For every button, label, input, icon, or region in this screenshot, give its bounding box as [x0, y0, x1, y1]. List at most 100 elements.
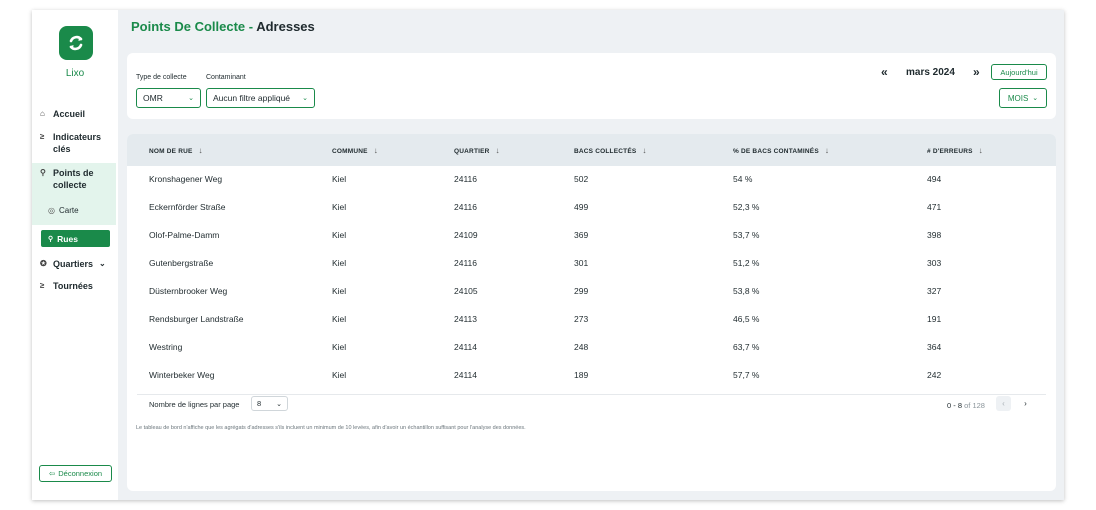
cell-contaminated-pct: 63,7 % — [733, 342, 760, 352]
table-row[interactable]: Kronshagener Weg Kiel 24116 502 54 % 494 — [127, 166, 1056, 194]
contaminant-label: Contaminant — [206, 74, 246, 81]
collection-type-select[interactable]: OMR ⌄ — [136, 88, 201, 108]
app-frame: Lixo ⌂ Accueil ≥ Indicateurs clés ⚲ Poin… — [32, 10, 1064, 500]
logo-icon[interactable] — [59, 26, 93, 60]
streets-table: NOM DE RUE ↓ COMMUNE ↓ QUARTIER ↓ BACS COLL… — [127, 134, 1056, 491]
chevron-down-icon: ⌄ — [188, 95, 194, 102]
cell-bins-collected: 248 — [574, 342, 589, 352]
map-marker-icon: ◎ — [48, 206, 55, 215]
table-row[interactable]: Olof-Palme-Damm Kiel 24109 369 53,7 % 39… — [127, 222, 1056, 250]
next-period-button[interactable]: » — [973, 65, 980, 79]
page-title-main: Adresses — [256, 19, 315, 34]
pagination-info: 0 - 8 of 128 — [947, 401, 985, 410]
current-period: mars 2024 — [906, 67, 955, 78]
cell-bins-collected: 369 — [574, 230, 589, 240]
app-name: Lixo — [65, 68, 85, 79]
sidebar-item-indicateurs[interactable]: ≥ Indicateurs clés — [40, 131, 116, 155]
cell-commune: Kiel — [332, 174, 347, 184]
rows-per-page-label: Nombre de lignes par page — [149, 400, 240, 409]
cell-commune: Kiel — [332, 258, 347, 268]
sidebar-item-quartiers[interactable]: ✪ Quartiers ⌄ — [40, 258, 116, 270]
cell-contaminated-pct: 54 % — [733, 174, 753, 184]
granularity-select[interactable]: MOIS ⌄ — [999, 88, 1047, 108]
cell-contaminated-pct: 52,3 % — [733, 202, 760, 212]
chevron-down-icon: ⌄ — [99, 259, 106, 268]
contaminant-value: Aucun filtre appliqué — [213, 93, 291, 103]
cell-quartier: 24114 — [454, 370, 478, 380]
table-footer-divider — [137, 394, 1046, 395]
column-header-commune[interactable]: COMMUNE ↓ — [332, 146, 378, 155]
cell-commune: Kiel — [332, 230, 347, 240]
sort-arrow-icon: ↓ — [373, 146, 378, 155]
sort-arrow-icon: ↓ — [495, 146, 500, 155]
sidebar-item-label: Accueil — [53, 109, 86, 119]
sidebar-item-tournees[interactable]: ≥ Tournées — [40, 280, 116, 292]
column-header-bins-collected[interactable]: BACS COLLECTÉS ↓ — [574, 146, 647, 155]
sidebar: Lixo ⌂ Accueil ≥ Indicateurs clés ⚲ Poin… — [32, 10, 118, 500]
pagination-range: 0 - 8 — [947, 401, 963, 410]
chart-icon: ≥ — [40, 132, 45, 141]
cell-street: Westring — [149, 342, 183, 352]
column-header-label: # D'ERREURS — [927, 148, 973, 155]
page-title-section: Points De Collecte - — [131, 19, 254, 34]
cell-street: Olof-Palme-Damm — [149, 230, 220, 240]
chevron-down-icon: ⌄ — [302, 95, 308, 102]
target-icon: ✪ — [40, 259, 47, 268]
today-button[interactable]: Aujourd'hui — [991, 64, 1047, 80]
cell-bins-collected: 299 — [574, 286, 589, 296]
logout-icon: ⇦ — [48, 469, 56, 478]
table-row[interactable]: Westring Kiel 24114 248 63,7 % 364 — [127, 334, 1056, 362]
table-row[interactable]: Eckernförder Straße Kiel 24116 499 52,3 … — [127, 194, 1056, 222]
cell-commune: Kiel — [332, 370, 347, 380]
column-header-street[interactable]: NOM DE RUE ↓ — [149, 146, 203, 155]
cell-bins-collected: 273 — [574, 314, 589, 324]
rows-per-page-select[interactable]: 8 ⌄ — [251, 396, 288, 411]
cell-quartier: 24116 — [454, 202, 478, 212]
table-row[interactable]: Düsternbrooker Weg Kiel 24105 299 53,8 %… — [127, 278, 1056, 306]
column-header-errors[interactable]: # D'ERREURS ↓ — [927, 146, 983, 155]
chevron-down-icon: ⌄ — [1032, 95, 1039, 102]
column-header-quartier[interactable]: QUARTIER ↓ — [454, 146, 500, 155]
sort-arrow-icon: ↓ — [824, 146, 830, 155]
cell-quartier: 24113 — [454, 314, 478, 324]
cell-errors: 364 — [927, 342, 942, 352]
cell-errors: 494 — [927, 174, 942, 184]
cell-errors: 191 — [927, 314, 942, 324]
cell-commune: Kiel — [332, 286, 347, 296]
cell-street: Kronshagener Weg — [149, 174, 223, 184]
contaminant-select[interactable]: Aucun filtre appliqué ⌄ — [206, 88, 315, 108]
data-note: Le tableau de bord n'affiche que les agr… — [136, 425, 526, 431]
sidebar-item-label: Indicateurs clés — [53, 132, 102, 154]
table-row[interactable]: Rendsburger Landstraße Kiel 24113 273 46… — [127, 306, 1056, 334]
cell-errors: 242 — [927, 370, 942, 380]
column-header-label: QUARTIER — [454, 148, 490, 155]
next-page-button[interactable]: › — [1018, 396, 1033, 411]
previous-period-button[interactable]: « — [881, 65, 888, 79]
pagination-total: of 128 — [964, 401, 985, 410]
cell-commune: Kiel — [332, 202, 347, 212]
home-icon: ⌂ — [40, 109, 45, 118]
cell-quartier: 24116 — [454, 174, 478, 184]
collection-type-label: Type de collecte — [136, 74, 187, 81]
cell-street: Eckernförder Straße — [149, 202, 226, 212]
sidebar-item-accueil[interactable]: ⌂ Accueil — [40, 108, 116, 120]
cell-errors: 327 — [927, 286, 942, 296]
sidebar-item-rues[interactable]: ⚲ Rues — [41, 230, 110, 247]
table-row[interactable]: Gutenbergstraße Kiel 24116 301 51,2 % 30… — [127, 250, 1056, 278]
location-pin-icon: ⚲ — [40, 168, 46, 177]
cell-errors: 303 — [927, 258, 942, 268]
column-header-label: NOM DE RUE — [149, 148, 193, 155]
cell-street: Düsternbrooker Weg — [149, 286, 228, 296]
table-row[interactable]: Winterbeker Weg Kiel 24114 189 57,7 % 24… — [127, 362, 1056, 390]
previous-page-button[interactable]: ‹ — [996, 396, 1011, 411]
cell-street: Winterbeker Weg — [149, 370, 215, 380]
cell-quartier: 24114 — [454, 342, 478, 352]
column-header-contaminated-pct[interactable]: % DE BACS CONTAMINÉS ↓ — [733, 146, 829, 155]
column-header-label: % DE BACS CONTAMINÉS — [733, 148, 819, 155]
sidebar-item-points-de-collecte[interactable]: ⚲ Points de collecte — [40, 167, 116, 191]
chevron-down-icon: ⌄ — [276, 400, 282, 408]
sidebar-item-label: Points de collecte — [53, 168, 94, 190]
sidebar-item-carte[interactable]: ◎ Carte — [48, 206, 79, 215]
logout-button[interactable]: ⇦ Déconnexion — [39, 465, 112, 482]
cell-contaminated-pct: 53,7 % — [733, 230, 760, 240]
